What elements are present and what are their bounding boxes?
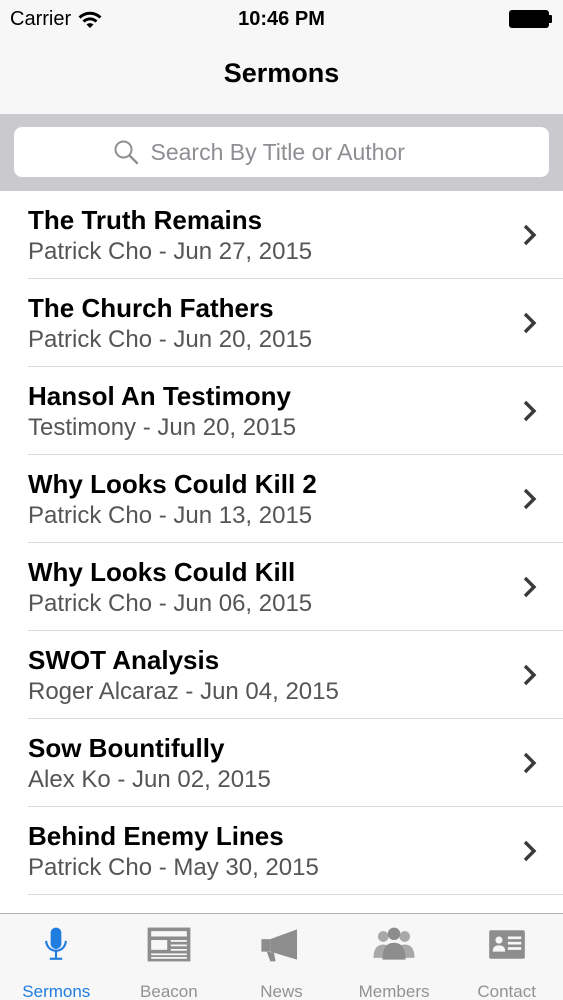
navigation-bar: Sermons [0, 40, 563, 114]
sermon-subtitle: Patrick Cho - Jun 27, 2015 [28, 238, 313, 265]
tab-sermons[interactable]: Sermons [0, 914, 113, 1000]
tab-label: Beacon [140, 982, 198, 1000]
tab-bar: Sermons Beacon News Members Contact [0, 913, 563, 1000]
status-bar: Carrier 10:46 PM [0, 0, 563, 40]
sermon-title: The Church Fathers [28, 293, 274, 323]
list-item[interactable]: SWOT Analysis Roger Alcaraz - Jun 04, 20… [0, 631, 563, 719]
tab-label: Contact [477, 982, 536, 1000]
list-item[interactable]: Sow Bountifully Alex Ko - Jun 02, 2015 [0, 719, 563, 807]
status-time: 10:46 PM [238, 8, 325, 30]
row-divider [28, 894, 563, 895]
tab-label: Sermons [22, 982, 91, 1000]
tab-contact[interactable]: Contact [450, 914, 563, 1000]
sermon-title: Behind Enemy Lines [28, 821, 284, 851]
sermon-subtitle: Alex Ko - Jun 02, 2015 [28, 766, 271, 793]
microphone-icon [45, 927, 68, 960]
tab-beacon[interactable]: Beacon [113, 914, 226, 1000]
list-item[interactable]: The Truth Remains Patrick Cho - Jun 27, … [0, 191, 563, 279]
list-item[interactable]: Hansol An Testimony Testimony - Jun 20, … [0, 367, 563, 455]
sermon-title: SWOT Analysis [28, 645, 220, 675]
chevron-right-icon [523, 664, 537, 686]
list-item[interactable]: Behind Enemy Lines Patrick Cho - May 30,… [0, 807, 563, 895]
newspaper-icon [147, 927, 191, 962]
battery-icon [509, 10, 553, 28]
search-bar [0, 114, 563, 191]
sermon-subtitle: Roger Alcaraz - Jun 04, 2015 [28, 678, 339, 705]
chevron-right-icon [523, 488, 537, 510]
chevron-right-icon [523, 224, 537, 246]
search-icon [114, 140, 138, 165]
sermon-title: Why Looks Could Kill 2 [28, 469, 317, 499]
list-item[interactable]: The Church Fathers Patrick Cho - Jun 20,… [0, 279, 563, 367]
chevron-right-icon [523, 400, 537, 422]
sermon-title: The Truth Remains [28, 205, 263, 235]
people-icon [373, 927, 415, 960]
contact-card-icon [488, 930, 525, 959]
sermon-list: The Truth Remains Patrick Cho - Jun 27, … [0, 191, 563, 913]
tab-label: Members [358, 982, 430, 1000]
sermon-subtitle: Testimony - Jun 20, 2015 [28, 414, 297, 441]
tab-label: News [260, 982, 303, 1000]
sermon-subtitle: Patrick Cho - May 30, 2015 [28, 854, 319, 881]
list-item[interactable]: Why Looks Could Kill 2 Patrick Cho - Jun… [0, 455, 563, 543]
search-field[interactable] [14, 127, 549, 177]
chevron-right-icon [523, 576, 537, 598]
chevron-right-icon [523, 752, 537, 774]
megaphone-icon [261, 929, 298, 962]
search-input[interactable] [150, 138, 451, 166]
sermon-title: Why Looks Could Kill [28, 557, 296, 587]
sermon-subtitle: Patrick Cho - Jun 20, 2015 [28, 326, 313, 353]
chevron-right-icon [523, 840, 537, 862]
sermon-title: Hansol An Testimony [28, 381, 291, 411]
list-item[interactable]: Why Looks Could Kill Patrick Cho - Jun 0… [0, 543, 563, 631]
page-title: Sermons [223, 58, 340, 88]
tab-news[interactable]: News [225, 914, 338, 1000]
sermon-subtitle: Patrick Cho - Jun 13, 2015 [28, 502, 313, 529]
chevron-right-icon [523, 312, 537, 334]
tab-members[interactable]: Members [338, 914, 451, 1000]
sermon-subtitle: Patrick Cho - Jun 06, 2015 [28, 590, 313, 617]
sermon-title: Sow Bountifully [28, 733, 225, 763]
